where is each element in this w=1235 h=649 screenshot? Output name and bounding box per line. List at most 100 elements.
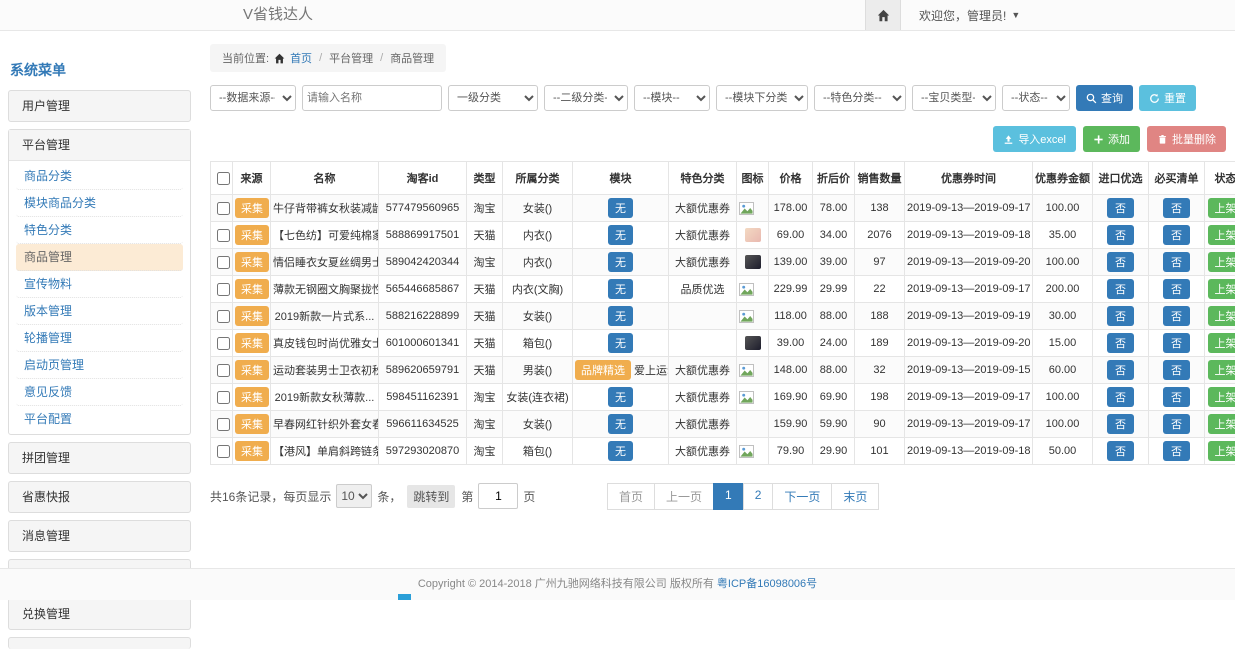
status-badge[interactable]: 上架: [1208, 306, 1235, 326]
page-button-2[interactable]: 2: [743, 483, 774, 510]
sidebar-item-轮播管理[interactable]: 轮播管理: [16, 325, 183, 352]
row-checkbox[interactable]: [217, 391, 230, 404]
sidebar-group-label[interactable]: 拼团管理: [9, 443, 190, 473]
select-all-checkbox[interactable]: [217, 172, 230, 185]
feature-category: 大额优惠券: [669, 357, 737, 384]
must-buy-toggle[interactable]: 否: [1163, 279, 1190, 299]
sidebar-item-版本管理[interactable]: 版本管理: [16, 298, 183, 325]
status-badge[interactable]: 上架: [1208, 441, 1235, 461]
goods-type: 淘宝: [467, 411, 503, 438]
page-button-上一页[interactable]: 上一页: [654, 483, 714, 510]
sidebar-item-商品分类[interactable]: 商品分类: [16, 163, 183, 190]
row-checkbox[interactable]: [217, 445, 230, 458]
import-select-toggle[interactable]: 否: [1107, 333, 1134, 353]
breadcrumb-home-link[interactable]: 首页: [290, 50, 312, 66]
level2-category-select[interactable]: --二级分类--: [544, 85, 628, 111]
level1-category-select[interactable]: 一级分类: [448, 85, 538, 111]
broken-image-icon: [739, 202, 766, 215]
page-button-末页[interactable]: 末页: [831, 483, 879, 510]
module-badge: 无: [608, 414, 633, 434]
jump-button[interactable]: 跳转到: [407, 485, 455, 508]
per-page-select[interactable]: 10: [336, 484, 372, 508]
import-select-toggle[interactable]: 否: [1107, 441, 1134, 461]
row-checkbox[interactable]: [217, 256, 230, 269]
page-button-下一页[interactable]: 下一页: [772, 483, 832, 510]
sidebar-item-宣传物料[interactable]: 宣传物料: [16, 271, 183, 298]
import-select-toggle[interactable]: 否: [1107, 225, 1134, 245]
sidebar-group-label[interactable]: 省惠快报: [9, 482, 190, 512]
feature-category-select[interactable]: --特色分类--: [814, 85, 906, 111]
module-sub-category-select[interactable]: --模块下分类--: [716, 85, 808, 111]
page-number-input[interactable]: [478, 483, 518, 509]
row-checkbox[interactable]: [217, 337, 230, 350]
import-select-toggle[interactable]: 否: [1107, 198, 1134, 218]
goods-name: 真皮钱包时尚优雅女士...: [271, 330, 379, 357]
sidebar-item-意见反馈[interactable]: 意见反馈: [16, 379, 183, 406]
import-select-toggle[interactable]: 否: [1107, 360, 1134, 380]
name-input[interactable]: [302, 85, 442, 111]
row-checkbox[interactable]: [217, 202, 230, 215]
home-icon: [877, 9, 890, 22]
taoke-id: 598451162391: [379, 384, 467, 411]
import-select-toggle[interactable]: 否: [1107, 414, 1134, 434]
goods-type: 天猫: [467, 330, 503, 357]
must-buy-toggle[interactable]: 否: [1163, 414, 1190, 434]
sidebar-item-模块商品分类[interactable]: 模块商品分类: [16, 190, 183, 217]
sidebar-group-label[interactable]: 平台管理: [9, 130, 190, 161]
home-button[interactable]: [865, 0, 901, 30]
row-checkbox[interactable]: [217, 229, 230, 242]
feature-category: 大额优惠券: [669, 384, 737, 411]
search-icon: [1086, 93, 1097, 104]
sidebar-group-label[interactable]: 兑换管理: [9, 599, 190, 629]
sidebar-item-启动页管理[interactable]: 启动页管理: [16, 352, 183, 379]
sidebar-group-label[interactable]: 消息管理: [9, 521, 190, 551]
status-badge[interactable]: 上架: [1208, 279, 1235, 299]
page-button-1[interactable]: 1: [713, 483, 744, 510]
status-badge[interactable]: 上架: [1208, 414, 1235, 434]
sidebar-group-label[interactable]: [9, 638, 190, 649]
data-source-select[interactable]: --数据来源--: [210, 85, 296, 111]
import-select-toggle[interactable]: 否: [1107, 279, 1134, 299]
coupon-amount: 100.00: [1033, 384, 1093, 411]
must-buy-toggle[interactable]: 否: [1163, 225, 1190, 245]
batch-delete-button[interactable]: 批量删除: [1147, 126, 1226, 152]
row-checkbox[interactable]: [217, 310, 230, 323]
must-buy-toggle[interactable]: 否: [1163, 333, 1190, 353]
must-buy-toggle[interactable]: 否: [1163, 306, 1190, 326]
sidebar-group-label[interactable]: 用户管理: [9, 91, 190, 121]
module-select[interactable]: --模块--: [634, 85, 710, 111]
must-buy-toggle[interactable]: 否: [1163, 441, 1190, 461]
must-buy-toggle[interactable]: 否: [1163, 252, 1190, 272]
import-excel-button[interactable]: 导入excel: [993, 126, 1076, 152]
status-badge[interactable]: 上架: [1208, 225, 1235, 245]
add-button[interactable]: 添加: [1083, 126, 1140, 152]
must-buy-toggle[interactable]: 否: [1163, 360, 1190, 380]
row-checkbox[interactable]: [217, 418, 230, 431]
sidebar-item-特色分类[interactable]: 特色分类: [16, 217, 183, 244]
import-select-toggle[interactable]: 否: [1107, 306, 1134, 326]
welcome-text: 欢迎您，管理员!: [919, 7, 1006, 24]
sidebar-item-平台配置[interactable]: 平台配置: [16, 406, 183, 432]
goods-thumbnail: [745, 228, 761, 242]
price: 118.00: [769, 303, 813, 330]
row-checkbox[interactable]: [217, 364, 230, 377]
must-buy-toggle[interactable]: 否: [1163, 387, 1190, 407]
status-badge[interactable]: 上架: [1208, 198, 1235, 218]
icp-link[interactable]: 粤ICP备16098006号: [717, 578, 817, 590]
row-checkbox[interactable]: [217, 283, 230, 296]
sidebar-item-商品管理[interactable]: 商品管理: [16, 244, 183, 271]
status-badge[interactable]: 上架: [1208, 252, 1235, 272]
status-badge[interactable]: 上架: [1208, 333, 1235, 353]
user-menu[interactable]: 欢迎您，管理员! ▼: [919, 7, 1020, 24]
import-select-toggle[interactable]: 否: [1107, 387, 1134, 407]
status-badge[interactable]: 上架: [1208, 360, 1235, 380]
search-button[interactable]: 查询: [1076, 85, 1133, 111]
status-badge[interactable]: 上架: [1208, 387, 1235, 407]
reset-button[interactable]: 重置: [1139, 85, 1196, 111]
status-select[interactable]: --状态--: [1002, 85, 1070, 111]
page-button-首页[interactable]: 首页: [607, 483, 655, 510]
must-buy-toggle[interactable]: 否: [1163, 198, 1190, 218]
item-type-select[interactable]: --宝贝类型--: [912, 85, 996, 111]
table-row: 采集运动套装男士卫衣初秋...589620659791天猫男装()品牌精选 爱上…: [211, 357, 1235, 384]
import-select-toggle[interactable]: 否: [1107, 252, 1134, 272]
